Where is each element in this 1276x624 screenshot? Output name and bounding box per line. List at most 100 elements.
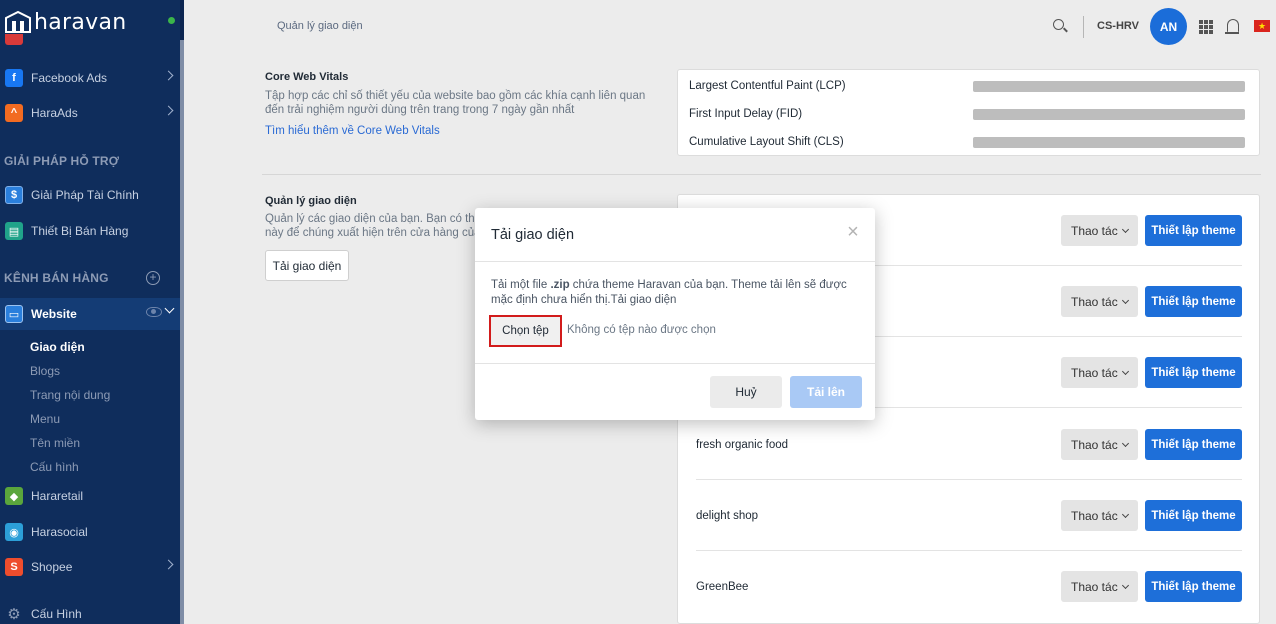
gear-icon: ⚙ [7,606,21,623]
theme-setup-button[interactable]: Thiết lập theme [1145,286,1242,317]
cwv-learn-more-link[interactable]: Tìm hiểu thêm về Core Web Vitals [265,125,440,137]
sidebar-item-label: Giải Pháp Tài Chính [31,188,139,202]
sidebar-item-label: HaraAds [31,106,78,120]
chevron-right-icon [163,105,174,116]
sidebar-item-haraads[interactable]: ^ HaraAds [0,99,180,127]
chevron-down-icon [1121,439,1130,448]
cwv-title: Core Web Vitals [265,71,349,83]
sidebar-item-label: Harasocial [31,525,88,539]
haravan-logo[interactable]: haravan [4,8,127,36]
sidebar-item-facebook-ads[interactable]: f Facebook Ads [0,64,180,92]
actions-label: Thao tác [1071,579,1118,594]
actions-label: Thao tác [1071,365,1118,380]
metric-fid-label: First Input Delay (FID) [689,108,803,120]
sidebar-item-pos-device[interactable]: ▤ Thiết Bị Bán Hàng [0,217,180,245]
cancel-button[interactable]: Huỷ [710,376,782,408]
sidebar-item-shopee[interactable]: S Shopee [0,553,180,581]
header-divider [1083,16,1084,38]
themes-section-title: Quản lý giao diện [265,195,357,207]
modal-description: Tải một file .zip chứa theme Haravan của… [491,278,861,308]
partial-app-icon [5,34,23,45]
sidebar-item-settings[interactable]: ⚙ Cấu Hình [0,600,180,624]
sidebar-subitem-themes[interactable]: Giao diện [30,340,85,354]
modal-title: Tải giao diện [491,227,575,243]
themes-description-line2: này để chúng xuất hiện trên cửa hàng của [265,227,475,239]
section-title-support: GIẢI PHÁP HỖ TRỢ [4,154,120,168]
sidebar-item-harasocial[interactable]: ◉ Harasocial [0,518,180,546]
sidebar-subitem-blogs[interactable]: Blogs [30,364,60,378]
top-header: Quản lý giao diện CS-HRV AN ★ [184,0,1276,52]
sidebar-item-finance[interactable]: $ Giải Pháp Tài Chính [0,181,180,209]
theme-row: delight shop Thao tác Thiết lập theme [678,480,1261,551]
shopee-icon: S [5,558,23,576]
file-status-text: Không có tệp nào được chọn [567,324,716,336]
close-icon[interactable]: × [845,222,861,242]
avatar[interactable]: AN [1150,8,1187,45]
metric-lcp-label: Largest Contentful Paint (LCP) [689,80,846,92]
metric-lcp-bar [973,81,1245,92]
sidebar-item-label: Hararetail [31,489,84,503]
apps-grid-icon[interactable] [1199,20,1213,34]
sidebar-item-website[interactable]: ▭ Website [0,298,180,330]
theme-name: delight shop [696,510,759,522]
chevron-down-icon[interactable] [164,303,175,314]
choose-file-button[interactable]: Chọn tệp [489,315,562,347]
chevron-down-icon [1121,296,1130,305]
theme-actions-dropdown[interactable]: Thao tác [1061,215,1138,246]
chevron-down-icon [1121,367,1130,376]
upload-theme-button[interactable]: Tải giao diện [265,250,349,281]
themes-section-description: Quản lý các giao diện của bạn. Bạn có th… [265,212,475,240]
website-icon: ▭ [5,305,23,323]
theme-setup-button[interactable]: Thiết lập theme [1145,215,1242,246]
online-status-dot [168,17,175,24]
theme-setup-button[interactable]: Thiết lập theme [1145,357,1242,388]
theme-setup-button[interactable]: Thiết lập theme [1145,571,1242,602]
sidebar-item-partial[interactable] [0,34,180,50]
actions-label: Thao tác [1071,223,1118,238]
facebook-icon: f [5,69,23,87]
haraads-icon: ^ [5,104,23,122]
theme-actions-dropdown[interactable]: Thao tác [1061,286,1138,317]
theme-name: GreenBee [696,581,749,593]
actions-label: Thao tác [1071,437,1118,452]
sidebar-subitem-menu[interactable]: Menu [30,412,60,426]
section-title-channels: KÊNH BÁN HÀNG [4,271,109,285]
theme-row: GreenBee Thao tác Thiết lập theme [678,551,1261,622]
hararetail-icon: ◆ [5,487,23,505]
sidebar-item-label: Thiết Bị Bán Hàng [31,224,129,238]
vietnam-flag-icon[interactable]: ★ [1254,20,1270,32]
actions-label: Thao tác [1071,294,1118,309]
theme-actions-dropdown[interactable]: Thao tác [1061,429,1138,460]
theme-actions-dropdown[interactable]: Thao tác [1061,500,1138,531]
add-channel-icon[interactable]: + [146,271,160,285]
sidebar-item-label: Website [31,307,77,321]
bell-icon[interactable] [1225,19,1239,34]
sidebar-subitem-pages[interactable]: Trang nội dung [30,388,110,402]
theme-actions-dropdown[interactable]: Thao tác [1061,571,1138,602]
haravan-logo-icon [4,10,32,34]
sidebar-item-label: Shopee [31,560,73,574]
breadcrumb[interactable]: Quản lý giao diện [277,20,363,32]
upload-submit-button[interactable]: Tải lên [790,376,862,408]
sidebar-scrollbar-thumb[interactable] [180,40,184,624]
theme-setup-button[interactable]: Thiết lập theme [1145,500,1242,531]
sidebar-item-label: Cấu Hình [31,607,82,621]
metric-fid-bar [973,109,1245,120]
sidebar-item-hararetail[interactable]: ◆ Hararetail [0,482,180,510]
eye-icon[interactable] [146,307,162,317]
section-divider [262,174,1261,175]
sidebar-subitem-config[interactable]: Cấu hình [30,460,79,474]
sidebar-item-label: Facebook Ads [31,71,108,85]
upload-theme-modal: Tải giao diện × Tải một file .zip chứa t… [475,208,875,420]
theme-setup-button[interactable]: Thiết lập theme [1145,429,1242,460]
harasocial-icon: ◉ [5,523,23,541]
theme-actions-dropdown[interactable]: Thao tác [1061,357,1138,388]
sidebar-scrollbar[interactable] [180,0,184,624]
search-icon[interactable] [1053,19,1064,30]
sidebar-subitem-domains[interactable]: Tên miền [30,436,80,450]
chevron-down-icon [1121,225,1130,234]
store-name[interactable]: CS-HRV [1097,20,1139,32]
metric-cls-label: Cumulative Layout Shift (CLS) [689,136,844,148]
modal-divider [475,363,875,364]
themes-description-line1: Quản lý các giao diện của bạn. Bạn có th… [265,213,475,225]
